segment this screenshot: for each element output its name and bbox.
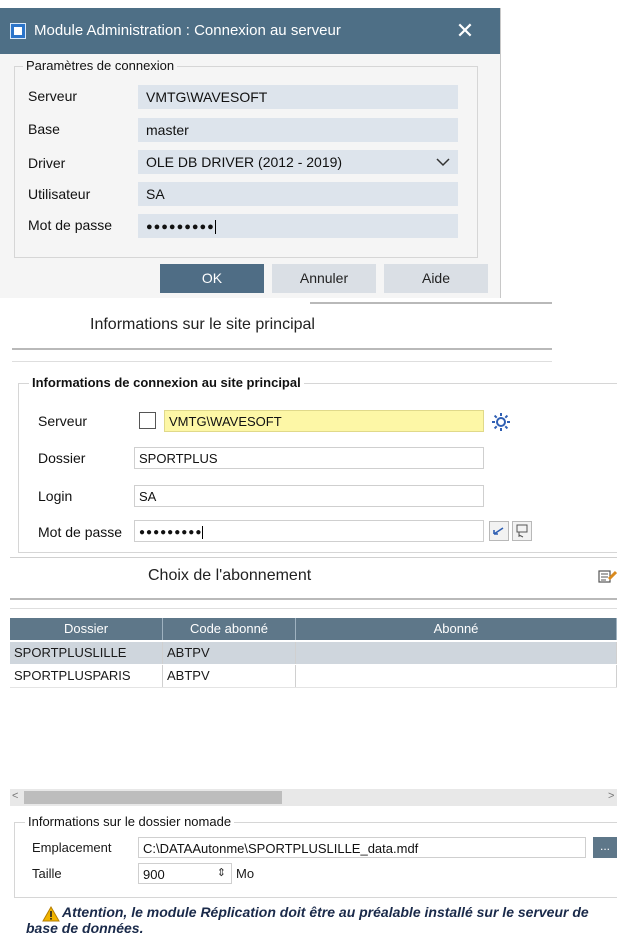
size-value: 900: [143, 867, 165, 882]
close-icon[interactable]: ✕: [450, 16, 480, 46]
login-label: Login: [38, 488, 73, 504]
edit-document-icon[interactable]: [597, 566, 617, 586]
nomade-info-group: Informations sur le dossier nomade: [14, 814, 617, 898]
divider: [12, 348, 552, 350]
group-label: Informations sur le dossier nomade: [25, 814, 235, 829]
keyboard-icon: [516, 524, 528, 538]
cell-subscriber: [296, 665, 617, 687]
size-unit: Mo: [236, 866, 255, 881]
size-stepper[interactable]: 900 ⇕: [138, 863, 232, 884]
cell-subscriber: [296, 642, 617, 664]
driver-label: Driver: [28, 155, 66, 171]
connection-dialog: Module Administration : Connexion au ser…: [0, 8, 501, 298]
spin-icon[interactable]: ⇕: [217, 866, 226, 879]
dialog-title: Module Administration : Connexion au ser…: [34, 22, 341, 39]
divider: [10, 598, 617, 600]
ok-button[interactable]: OK: [160, 264, 264, 293]
driver-value: OLE DB DRIVER (2012 - 2019): [146, 154, 343, 170]
table-row[interactable]: SPORTPLUSPARIS ABTPV: [10, 665, 617, 688]
column-header-code[interactable]: Code abonné: [163, 618, 296, 640]
server-label: Serveur: [28, 88, 78, 104]
warning-text: Attention, le module Réplication doit êt…: [26, 904, 589, 936]
site-password-input[interactable]: ●●●●●●●●●: [134, 520, 484, 542]
user-label: Utilisateur: [28, 186, 91, 202]
dialog-title-bar: Module Administration : Connexion au ser…: [0, 8, 500, 54]
size-label: Taille: [32, 866, 62, 881]
password-value: ●●●●●●●●●: [146, 220, 215, 233]
site-password-label: Mot de passe: [38, 524, 123, 540]
driver-select[interactable]: OLE DB DRIVER (2012 - 2019): [138, 150, 458, 174]
text-cursor: [214, 220, 216, 234]
undo-button[interactable]: [489, 521, 509, 541]
cell-folder: SPORTPLUSPARIS: [10, 665, 163, 687]
text-cursor: [202, 526, 204, 539]
subscription-grid: Dossier Code abonné Abonné SPORTPLUSLILL…: [10, 618, 617, 808]
site-section-header: Informations sur le site principal: [90, 316, 315, 333]
column-header-folder[interactable]: Dossier: [10, 618, 163, 640]
password-input[interactable]: ●●●●●●●●●: [138, 214, 458, 238]
cancel-button[interactable]: Annuler: [272, 264, 376, 293]
password-label: Mot de passe: [28, 217, 113, 233]
cell-code: ABTPV: [163, 642, 296, 664]
scroll-right-icon[interactable]: >: [608, 790, 614, 802]
subscription-section-header: Choix de l'abonnement: [148, 567, 312, 584]
folder-input[interactable]: SPORTPLUS: [134, 447, 484, 469]
scrollbar-thumb[interactable]: [24, 791, 282, 804]
warning-message: Attention, le module Réplication doit êt…: [26, 904, 616, 936]
column-header-subscriber[interactable]: Abonné: [296, 618, 617, 640]
undo-icon: [493, 527, 504, 535]
divider: [12, 361, 552, 362]
base-label: Base: [28, 121, 60, 137]
help-button[interactable]: Aide: [384, 264, 488, 293]
login-input[interactable]: SA: [134, 485, 484, 507]
base-input[interactable]: master: [138, 118, 458, 142]
scroll-left-icon[interactable]: <: [12, 790, 18, 802]
group-label: Paramètres de connexion: [23, 58, 178, 73]
gear-icon[interactable]: [490, 411, 512, 433]
location-input[interactable]: C:\DATAAutonme\SPORTPLUSLILLE_data.mdf: [138, 837, 586, 858]
browse-button[interactable]: ...: [593, 837, 617, 858]
site-server-input[interactable]: VMTG\WAVESOFT: [164, 410, 484, 432]
location-label: Emplacement: [32, 840, 112, 855]
table-row[interactable]: SPORTPLUSLILLE ABTPV: [10, 642, 617, 664]
cell-code: ABTPV: [163, 665, 296, 687]
cell-folder: SPORTPLUSLILLE: [10, 642, 163, 664]
keyboard-button[interactable]: [512, 521, 532, 541]
horizontal-scrollbar[interactable]: < >: [10, 789, 617, 806]
server-input[interactable]: VMTG\WAVESOFT: [138, 85, 458, 109]
user-input[interactable]: SA: [138, 182, 458, 206]
site-password-value: ●●●●●●●●●: [139, 527, 203, 539]
folder-label: Dossier: [38, 450, 86, 466]
divider: [10, 557, 617, 558]
divider: [310, 302, 552, 304]
app-icon: [10, 23, 26, 39]
group-label: Informations de connexion au site princi…: [29, 375, 304, 390]
chevron-down-icon: [436, 158, 450, 167]
site-server-label: Serveur: [38, 413, 88, 429]
divider: [10, 608, 617, 609]
server-checkbox[interactable]: [139, 412, 156, 429]
